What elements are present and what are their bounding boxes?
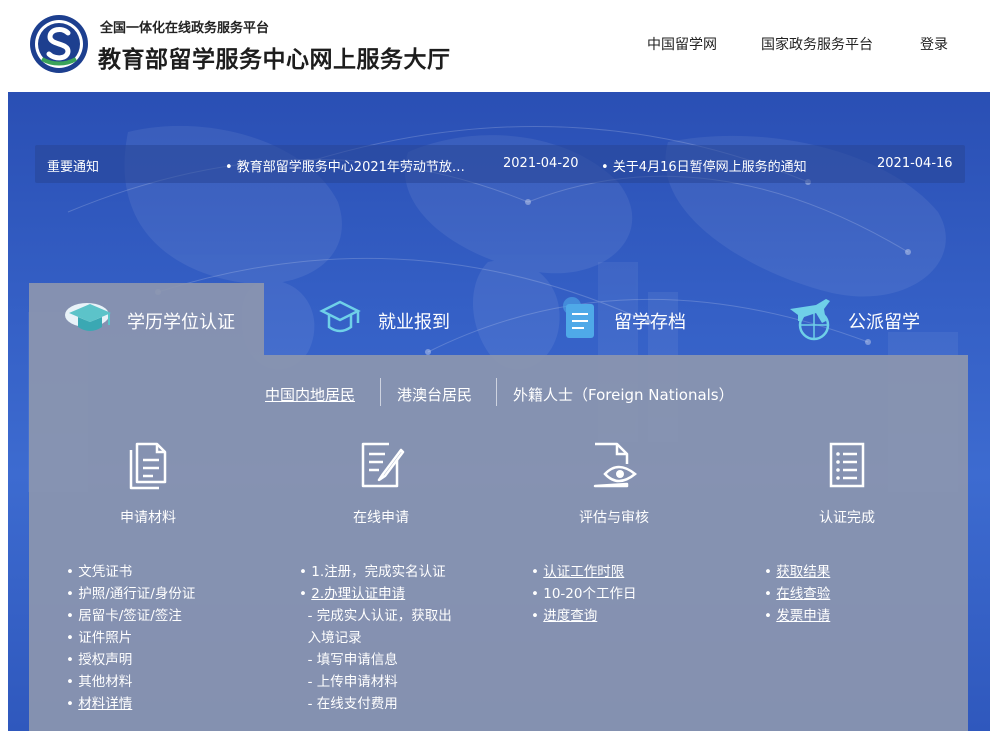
bullet: • xyxy=(764,586,777,602)
notice-item-link[interactable]: • 关于4月16日暂停网上服务的通知 xyxy=(601,156,807,175)
edit-form-icon xyxy=(361,442,405,488)
bullet: • xyxy=(764,608,777,624)
list-item: • 居留卡/签证/签注 xyxy=(66,608,182,624)
list-link[interactable]: • 发票申请 xyxy=(764,605,830,627)
list-link[interactable]: • 认证工作时限 xyxy=(531,561,636,583)
list-item: - 在线支付费用 xyxy=(299,696,398,712)
subtab-hk-macao-taiwan[interactable]: 港澳台居民 xyxy=(397,384,472,405)
list-item: • 10-20个工作日 xyxy=(531,586,637,602)
bullet: • xyxy=(531,564,544,580)
list-item: 入境记录 xyxy=(299,630,362,646)
step-list-complete: • 获取结果 • 在线查验 • 发票申请 xyxy=(764,561,830,627)
notice-item-link[interactable]: • 教育部留学服务中心2021年劳动节放… xyxy=(225,156,465,175)
notice-bar: 重要通知 • 教育部留学服务中心2021年劳动节放… 2021-04-20 • … xyxy=(35,145,965,183)
step-list-online-apply: • 1.注册，完成实名认证 • 2.办理认证申请 - 完成实人认证，获取出 入境记… xyxy=(299,561,452,715)
notice-label: 重要通知 xyxy=(47,160,100,175)
list-item: • 护照/通行证/身份证 xyxy=(66,586,196,602)
tab-label: 就业报到 xyxy=(378,312,450,333)
bullet: • xyxy=(531,608,544,624)
list-link-text[interactable]: 获取结果 xyxy=(776,564,830,580)
tab-label: 公派留学 xyxy=(848,312,920,333)
step-title: 评估与审核 xyxy=(579,510,649,526)
step-list-review: • 认证工作时限 • 10-20个工作日 • 进度查询 xyxy=(531,561,636,627)
list-item: • 文凭证书 xyxy=(66,564,133,580)
list-item: - 完成实人认证，获取出 xyxy=(299,608,452,624)
notice-item-date: 2021-04-16 xyxy=(877,156,953,171)
list-item: - 上传申请材料 xyxy=(299,674,398,690)
list-link-text[interactable]: 2.办理认证申请 xyxy=(311,586,405,602)
bullet: • xyxy=(764,564,777,580)
notice-item-date: 2021-04-20 xyxy=(503,156,579,171)
list-item: • 其他材料 xyxy=(66,674,133,690)
subtab-foreign-nationals[interactable]: 外籍人士（Foreign Nationals） xyxy=(513,384,734,405)
list-link[interactable]: • 获取结果 xyxy=(764,561,830,583)
tab-label: 学历学位认证 xyxy=(127,312,235,333)
step-list-materials: • 文凭证书 • 护照/通行证/身份证 • 居留卡/签证/签注 • 证件照片 • 授权声… xyxy=(66,561,195,715)
step-title: 在线申请 xyxy=(353,510,409,526)
divider xyxy=(496,378,497,406)
list-link[interactable]: • 材料详情 xyxy=(66,693,195,715)
list-item: • 授权声明 xyxy=(66,652,133,668)
site-title: 教育部留学服务中心网上服务大厅 xyxy=(98,47,451,73)
step-title: 认证完成 xyxy=(819,510,875,526)
list-item: • 1.注册，完成实名认证 xyxy=(299,564,446,580)
list-link-text[interactable]: 认证工作时限 xyxy=(543,564,624,580)
bullet: • xyxy=(66,696,79,712)
tab-study-abroad-archive[interactable]: 留学存档 xyxy=(540,283,740,355)
platform-subtitle: 全国一体化在线政务服务平台 xyxy=(100,21,270,36)
list-link-text[interactable]: 材料详情 xyxy=(78,696,132,712)
top-header: 全国一体化在线政务服务平台 教育部留学服务中心网上服务大厅 中国留学网 国家政务… xyxy=(0,0,1000,92)
step-title: 申请材料 xyxy=(120,510,176,526)
graduation-badge-icon xyxy=(319,300,361,333)
list-item: • 证件照片 xyxy=(66,630,133,646)
tab-government-sponsored[interactable]: 公派留学 xyxy=(780,283,980,355)
review-eye-icon xyxy=(593,442,637,488)
tab-employment-registration[interactable]: 就业报到 xyxy=(300,283,500,355)
divider xyxy=(380,378,381,406)
list-link-text[interactable]: 进度查询 xyxy=(543,608,597,624)
certification-panel: 中国内地居民 港澳台居民 外籍人士（Foreign Nationals） 申请材… xyxy=(29,355,968,731)
archive-document-icon xyxy=(563,297,594,338)
nav-link-cscse[interactable]: 中国留学网 xyxy=(647,34,717,54)
list-link[interactable]: • 2.办理认证申请 xyxy=(299,583,452,605)
bullet: • xyxy=(299,586,312,602)
graduation-cap-icon xyxy=(65,303,111,331)
list-item: - 填写申请信息 xyxy=(299,652,398,668)
csc-logo-icon[interactable] xyxy=(28,13,90,75)
checklist-icon xyxy=(829,442,865,488)
airplane-globe-icon xyxy=(790,299,830,341)
list-link[interactable]: • 在线查验 xyxy=(764,583,830,605)
login-link[interactable]: 登录 xyxy=(920,34,948,54)
list-link-text[interactable]: 发票申请 xyxy=(776,608,830,624)
documents-icon xyxy=(129,442,167,490)
list-link[interactable]: • 进度查询 xyxy=(531,605,636,627)
subtab-mainland-residents[interactable]: 中国内地居民 xyxy=(265,384,355,405)
list-link-text[interactable]: 在线查验 xyxy=(776,586,830,602)
tab-degree-certification[interactable]: 学历学位认证 xyxy=(29,283,264,355)
tab-label: 留学存档 xyxy=(614,312,686,333)
nav-link-gov-platform[interactable]: 国家政务服务平台 xyxy=(761,34,873,54)
